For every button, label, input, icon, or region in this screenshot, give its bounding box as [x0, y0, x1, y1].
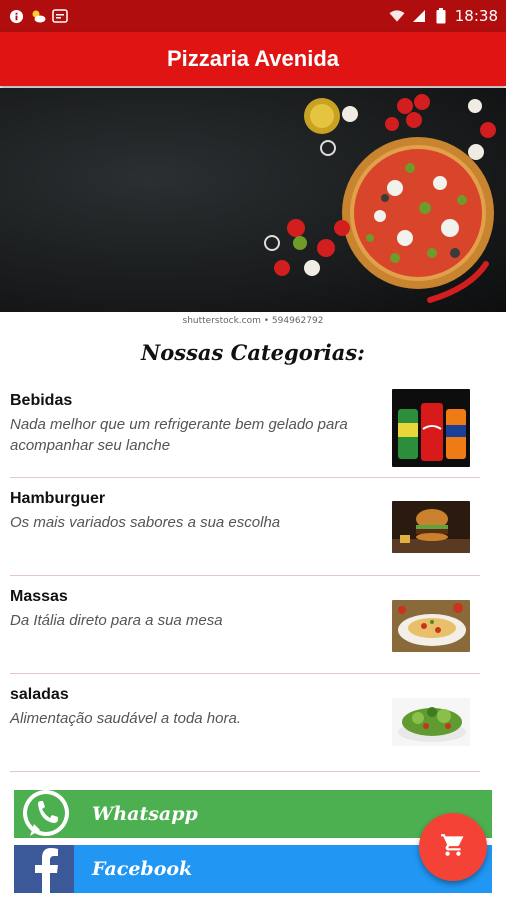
category-description: Nada melhor que um refrigerante bem gela…: [10, 416, 348, 454]
pasta-image: [392, 600, 470, 652]
categories-title: Nossas Categorias:: [141, 340, 365, 365]
whatsapp-label: Whatsapp: [92, 803, 198, 825]
image-watermark: shutterstock.com • 594962792: [182, 316, 324, 326]
salad-image: [392, 698, 470, 746]
category-item-hamburguer[interactable]: Hamburguer Os mais variados sabores a su…: [10, 478, 480, 576]
category-name: Bebidas: [10, 392, 73, 409]
facebook-label: Facebook: [92, 858, 193, 880]
app-title: Pizzaria Avenida: [167, 46, 339, 71]
category-name: saladas: [10, 686, 69, 703]
status-time: 18:38: [454, 7, 498, 25]
whatsapp-button[interactable]: Whatsapp: [14, 790, 492, 838]
category-item-massas[interactable]: Massas Da Itália direto para a sua mesa: [10, 576, 480, 674]
status-bar: 18:38: [0, 0, 506, 32]
category-item-bebidas[interactable]: Bebidas Nada melhor que um refrigerante …: [10, 380, 480, 478]
battery-icon: [433, 8, 449, 24]
wifi-icon: [389, 8, 405, 24]
whatsapp-icon: [14, 790, 74, 838]
hero-pizza-image: [0, 88, 506, 312]
cart-button[interactable]: [419, 813, 487, 881]
signal-icon: [411, 8, 427, 24]
category-item-saladas[interactable]: saladas Alimentação saudável a toda hora…: [10, 674, 480, 772]
soda-cans-image: [392, 389, 470, 467]
cart-icon: [440, 832, 466, 863]
app-bar: Pizzaria Avenida: [0, 32, 506, 86]
category-name: Hamburguer: [10, 490, 106, 507]
weather-icon: [30, 8, 46, 24]
facebook-icon: [14, 845, 74, 893]
category-description: Os mais variados sabores a sua escolha: [10, 514, 281, 531]
hamburger-image: [392, 501, 470, 553]
info-icon: [8, 8, 24, 24]
notification-icon: [52, 8, 68, 24]
category-description: Da Itália direto para a sua mesa: [10, 612, 223, 629]
category-description: Alimentação saudável a toda hora.: [10, 710, 241, 727]
category-name: Massas: [10, 588, 68, 605]
